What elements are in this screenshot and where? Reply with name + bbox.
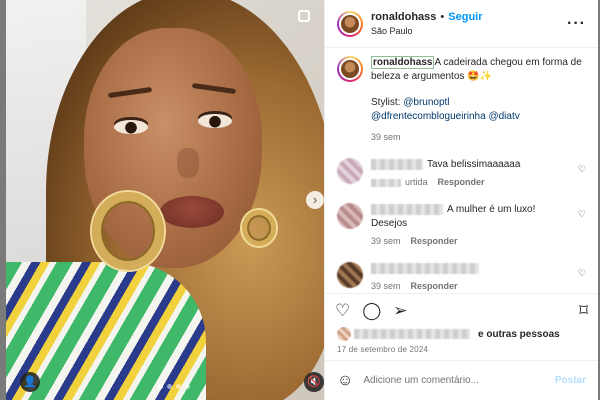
reply-button[interactable]: Responder (438, 177, 485, 187)
photo-brow-right (191, 82, 237, 95)
heart-icon[interactable]: ♡ (578, 164, 586, 175)
list-item: Tava belissimaaaaaa urtida Responder ♡ (337, 158, 586, 189)
mention-link[interactable]: @dfrentecomblogueirinha (371, 111, 486, 122)
reply-button[interactable]: Responder (411, 236, 458, 246)
avatar[interactable] (337, 262, 363, 288)
comment-time: 39 sem (371, 281, 401, 291)
photo-eye-left (114, 120, 148, 134)
avatar[interactable] (337, 203, 363, 229)
blurred-meta (371, 178, 401, 187)
post-caption: ronaldohass A cadeirada chegou em forma d… (337, 56, 586, 144)
heart-icon[interactable]: ♡ (335, 302, 350, 319)
photo-brow-left (107, 86, 153, 99)
multi-post-icon (298, 10, 310, 22)
carousel-dot (158, 384, 163, 389)
bookmark-icon[interactable]: ⌑ (579, 302, 588, 319)
avatar[interactable] (337, 10, 363, 37)
post-side-panel: ronaldohass • Seguir São Paulo ··· ronal… (324, 0, 598, 400)
emoji-icon[interactable]: ☺ (337, 372, 353, 390)
list-item: 39 sem Responder ♡ (337, 262, 586, 293)
comment-time: 39 sem (371, 236, 401, 246)
comment-icon[interactable]: ◯ (362, 302, 381, 319)
photo-earring-right (242, 210, 276, 246)
heart-icon[interactable]: ♡ (578, 268, 586, 279)
location-link[interactable]: São Paulo (371, 26, 567, 36)
post-date: 17 de setembro de 2024 (337, 345, 429, 354)
carousel-dot (185, 384, 190, 389)
avatar[interactable] (337, 56, 363, 82)
post-comment-button[interactable]: Postar (555, 375, 586, 386)
photo-earring-left (92, 192, 164, 270)
mention-link[interactable]: @diatv (488, 111, 519, 122)
photo-lips (160, 196, 224, 228)
post-media[interactable]: › 👤 🔇 (6, 0, 324, 400)
caption-username[interactable]: ronaldohass (371, 56, 435, 69)
comment-time: urtida (405, 177, 428, 187)
send-icon[interactable]: ➢ (393, 302, 407, 319)
photo-nose (177, 148, 199, 178)
comment-text: Tava belissimaaaaaa (427, 159, 521, 170)
more-horizontal-icon[interactable]: ··· (567, 15, 586, 33)
comment-composer: ☺ Postar (325, 360, 598, 400)
carousel-dot (176, 384, 181, 389)
mention-link[interactable]: @brunoptl (403, 97, 449, 108)
blurred-username (371, 158, 423, 170)
blurred-username (371, 203, 443, 215)
blurred-likers (354, 329, 470, 339)
carousel-dot (167, 384, 172, 389)
comments-list[interactable]: ronaldohass A cadeirada chegou em forma d… (325, 48, 598, 293)
likes-summary[interactable]: e outras pessoas (325, 327, 598, 341)
caption-time: 39 sem (371, 132, 401, 142)
action-bar: ♡ ◯ ➢ ⌑ (325, 293, 598, 327)
follow-button[interactable]: Seguir (448, 11, 482, 23)
user-tag-icon[interactable]: 👤 (20, 372, 40, 392)
post-header: ronaldohass • Seguir São Paulo ··· (325, 0, 598, 48)
avatar[interactable] (337, 158, 363, 184)
chevron-right-icon[interactable]: › (306, 191, 324, 209)
list-item: A mulher é um luxo! Desejos 39 sem Respon… (337, 203, 586, 248)
heart-icon[interactable]: ♡ (578, 209, 586, 220)
avatar (337, 327, 351, 341)
carousel-dots (158, 384, 190, 389)
comment-input[interactable] (363, 375, 555, 386)
stylist-label: Stylist: (371, 97, 401, 108)
photo-eye-right (198, 114, 232, 128)
blurred-comment (371, 262, 479, 274)
likes-suffix[interactable]: e outras pessoas (478, 329, 560, 340)
mute-icon[interactable]: 🔇 (304, 372, 324, 392)
post-modal: › 👤 🔇 ronaldohass • Seguir São Paulo ··· (6, 0, 598, 400)
separator-dot: • (440, 11, 445, 23)
reply-button[interactable]: Responder (411, 281, 458, 291)
author-username[interactable]: ronaldohass (371, 11, 436, 23)
